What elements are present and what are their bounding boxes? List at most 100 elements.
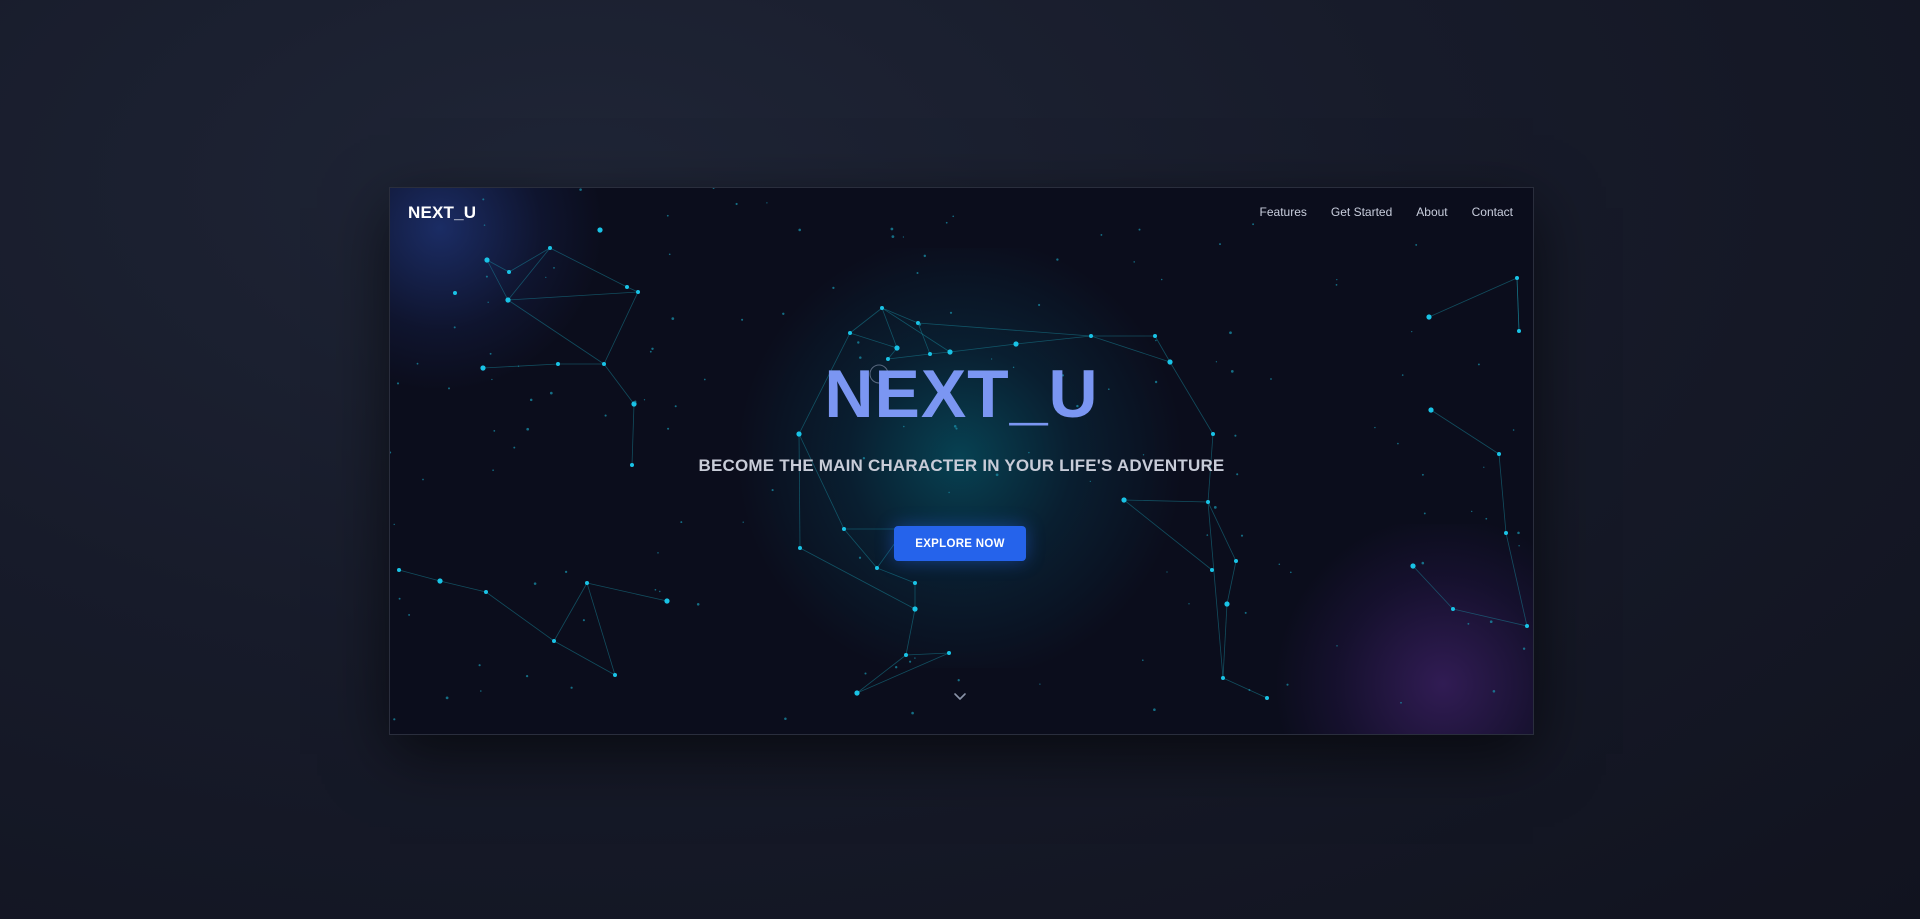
star-dot bbox=[957, 679, 960, 682]
star-dot bbox=[1289, 571, 1292, 574]
star-dot bbox=[1400, 701, 1402, 704]
network-node bbox=[1410, 563, 1416, 569]
star-dot bbox=[654, 588, 657, 591]
star-dot bbox=[923, 254, 927, 258]
network-node bbox=[947, 651, 951, 655]
network-link bbox=[849, 332, 898, 349]
star-dot bbox=[564, 570, 568, 574]
network-link bbox=[1412, 565, 1454, 610]
star-dot bbox=[771, 489, 774, 492]
star-dot bbox=[1397, 442, 1399, 445]
network-node bbox=[664, 598, 670, 604]
network-node bbox=[552, 639, 556, 643]
star-dot bbox=[1213, 506, 1217, 509]
star-dot bbox=[533, 582, 537, 585]
nav-link-features[interactable]: Features bbox=[1260, 205, 1307, 219]
network-node bbox=[848, 331, 852, 335]
star-dot bbox=[1467, 622, 1470, 625]
network-link bbox=[1516, 277, 1520, 332]
network-link bbox=[798, 433, 801, 549]
network-link bbox=[603, 291, 639, 365]
network-node bbox=[798, 546, 802, 550]
network-link bbox=[439, 580, 487, 593]
star-dot bbox=[1423, 512, 1426, 515]
star-dot bbox=[948, 491, 950, 494]
network-node bbox=[505, 297, 511, 303]
star-dot bbox=[553, 267, 555, 269]
star-dot bbox=[916, 272, 919, 274]
network-node bbox=[507, 270, 511, 274]
network-link bbox=[507, 299, 605, 365]
star-dot bbox=[390, 451, 392, 454]
network-link bbox=[798, 433, 845, 530]
network-node bbox=[636, 290, 640, 294]
star-dot bbox=[1229, 331, 1232, 335]
network-node bbox=[1515, 276, 1519, 280]
network-node bbox=[1525, 624, 1529, 628]
explore-now-button[interactable]: EXPLORE NOW bbox=[894, 526, 1026, 561]
top-navigation: NEXT_U Features Get Started About Contac… bbox=[390, 188, 1533, 238]
star-dot bbox=[649, 350, 652, 353]
network-link bbox=[507, 247, 551, 301]
site-logo[interactable]: NEXT_U bbox=[408, 203, 476, 223]
star-dot bbox=[1219, 243, 1221, 246]
network-link bbox=[1428, 277, 1518, 318]
star-dot bbox=[1089, 480, 1091, 483]
star-dot bbox=[393, 718, 396, 721]
network-link bbox=[949, 343, 1017, 353]
star-dot bbox=[1286, 683, 1289, 686]
network-link bbox=[586, 582, 616, 676]
network-node bbox=[453, 291, 457, 295]
network-link bbox=[905, 652, 950, 656]
network-link bbox=[856, 652, 950, 694]
network-node bbox=[1153, 334, 1157, 338]
star-dot bbox=[671, 317, 675, 320]
network-link bbox=[398, 569, 441, 582]
nav-link-get-started[interactable]: Get Started bbox=[1331, 205, 1392, 219]
star-dot bbox=[1028, 451, 1030, 454]
star-dot bbox=[1470, 510, 1473, 513]
nav-link-contact[interactable]: Contact bbox=[1472, 205, 1513, 219]
network-link bbox=[876, 567, 916, 584]
network-link bbox=[856, 654, 907, 694]
nav-link-about[interactable]: About bbox=[1416, 205, 1447, 219]
network-node bbox=[854, 690, 860, 696]
network-node bbox=[1221, 676, 1225, 680]
star-dot bbox=[1038, 303, 1041, 307]
star-dot bbox=[1244, 611, 1247, 614]
star-dot bbox=[513, 446, 516, 449]
network-node bbox=[625, 285, 629, 289]
star-dot bbox=[696, 603, 700, 606]
star-dot bbox=[949, 311, 953, 314]
star-dot bbox=[1248, 689, 1251, 691]
network-node bbox=[1210, 568, 1214, 572]
star-dot bbox=[784, 717, 787, 720]
star-dot bbox=[398, 597, 401, 600]
star-dot bbox=[1415, 243, 1418, 246]
star-dot bbox=[1155, 339, 1157, 342]
star-dot bbox=[1278, 563, 1281, 566]
network-node bbox=[1426, 314, 1432, 320]
network-link bbox=[553, 582, 588, 642]
star-dot bbox=[445, 696, 449, 700]
star-dot bbox=[480, 690, 482, 692]
network-link bbox=[917, 322, 931, 355]
star-dot bbox=[1411, 330, 1413, 333]
network-node bbox=[613, 673, 617, 677]
star-dot bbox=[1518, 545, 1520, 547]
network-node bbox=[913, 581, 917, 585]
network-link bbox=[849, 307, 883, 334]
network-node bbox=[1265, 696, 1269, 700]
network-node bbox=[904, 653, 908, 657]
network-link bbox=[905, 608, 916, 656]
star-dot bbox=[487, 301, 489, 304]
hero-title: NEXT_U bbox=[824, 356, 1099, 432]
network-link bbox=[1222, 677, 1268, 699]
star-dot bbox=[858, 556, 862, 559]
network-node bbox=[437, 578, 443, 584]
star-dot bbox=[1489, 620, 1493, 624]
network-link bbox=[881, 307, 951, 353]
chevron-down-icon[interactable] bbox=[953, 692, 967, 702]
network-link bbox=[881, 307, 919, 324]
star-dot bbox=[857, 341, 860, 344]
